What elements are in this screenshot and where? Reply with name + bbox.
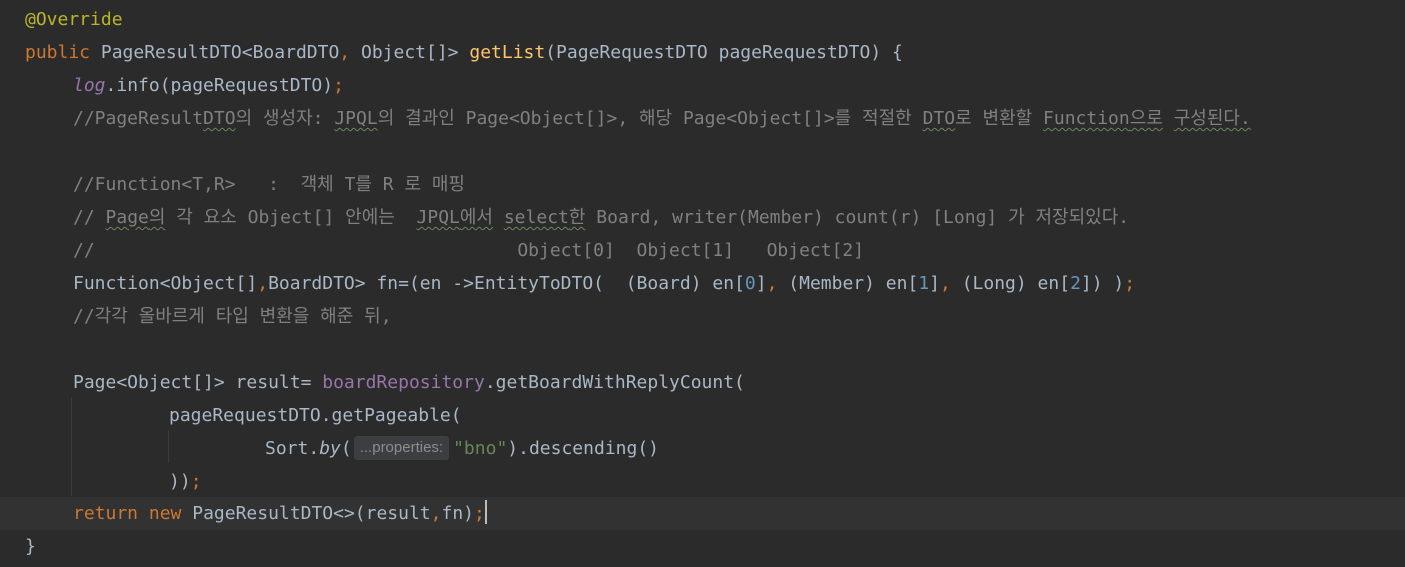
comment-text: 각 요소 Object[] 안에는: [165, 207, 417, 228]
code-line-method-signature[interactable]: public PageResultDTO<BoardDTO, Object[]>…: [0, 36, 1405, 69]
code-editor[interactable]: @Override public PageResultDTO<BoardDTO,…: [0, 0, 1405, 567]
number-literal: 2: [1070, 273, 1081, 294]
comment-text: 로 변환할: [955, 108, 1044, 129]
typo-word: Function: [1043, 108, 1130, 129]
repository-field: boardRepository: [322, 372, 485, 393]
code-text: (: [340, 438, 352, 459]
return-type-rest: Object[]>: [350, 42, 470, 63]
code-text: ]: [755, 273, 767, 294]
method-name: getList: [469, 42, 546, 63]
closing-brace: }: [25, 536, 36, 557]
typo-word: 의: [148, 207, 166, 228]
comment-text: 의 생성자:: [235, 108, 335, 129]
semicolon: ;: [333, 75, 344, 96]
comment-text: 의 결과인 Page<Object[]>, 해당 Page<Object[]>를…: [377, 108, 923, 129]
comma: ,: [430, 503, 442, 524]
comment-text: [493, 207, 504, 228]
code-line-comment-2[interactable]: //Function<T,R> : 객체 T를 R 로 매핑: [0, 168, 1405, 201]
code-text: )): [169, 471, 191, 492]
comment-text: //: [73, 207, 106, 228]
comma: ,: [339, 42, 351, 63]
typo-word: JPQL: [416, 207, 460, 228]
code-line-sort[interactable]: Sort.by(...properties: "bno").descending(…: [0, 432, 1405, 465]
semicolon: ;: [190, 471, 202, 492]
code-text: (Member) en[: [777, 273, 919, 294]
code-line-comment-3[interactable]: // Page의 각 요소 Object[] 안에는 JPQL에서 select…: [0, 201, 1405, 234]
code-text: ).descending(): [507, 438, 659, 459]
public-keyword: public: [25, 42, 91, 63]
comment-text: //PageResult: [73, 108, 204, 129]
code-text: Function<Object[]: [73, 273, 258, 294]
method-params: (PageRequestDTO pageRequestDTO) {: [545, 42, 903, 63]
comment-text: // Object[0] Object[1] Object[2]: [73, 240, 865, 261]
typo-word: 에서: [459, 207, 493, 228]
code-line-log[interactable]: log.info(pageRequestDTO);: [0, 69, 1405, 102]
override-annotation: @Override: [25, 9, 123, 30]
comma: ,: [257, 273, 269, 294]
typo-word: 으로: [1129, 108, 1163, 129]
typo-word: DTO: [203, 108, 236, 129]
return-keyword: return: [73, 503, 139, 524]
code-line-page-result[interactable]: Page<Object[]> result= boardRepository.g…: [0, 366, 1405, 399]
code-line-close-parens[interactable]: ));: [0, 465, 1405, 498]
code-text: BoardDTO> fn=(en ->EntityToDTO( (Board) …: [268, 273, 745, 294]
code-text: ]: [929, 273, 941, 294]
comment-text: //각각 올바르게 타입 변환을 해준 뒤,: [73, 306, 392, 327]
semicolon: ;: [1124, 273, 1136, 294]
return-type: PageResultDTO<BoardDTO: [100, 42, 340, 63]
code-line-comment-5[interactable]: //각각 올바르게 타입 변환을 해준 뒤,: [0, 300, 1405, 333]
code-line-comment-4[interactable]: // Object[0] Object[1] Object[2]: [0, 234, 1405, 267]
typo-word: 구성된다.: [1173, 108, 1251, 129]
code-text: pageRequestDTO.getPageable(: [169, 405, 462, 426]
comment-text: Board, writer(Member) count(r) [Long] 가 …: [585, 207, 1130, 228]
parameter-hint: ...properties:: [353, 436, 450, 460]
typo-word: 한: [568, 207, 586, 228]
code-text: fn): [441, 503, 475, 524]
code-text: .getBoardWithReplyCount(: [484, 372, 745, 393]
typo-word: Page: [105, 207, 149, 228]
code-line-function[interactable]: Function<Object[],BoardDTO> fn=(en ->Ent…: [0, 267, 1405, 300]
code-text: ]) ): [1080, 273, 1125, 294]
comma: ,: [940, 273, 951, 294]
code-text: Page<Object[]> result=: [73, 372, 323, 393]
log-field: log: [73, 75, 106, 96]
number-literal: 1: [918, 273, 930, 294]
code-line-closing-brace[interactable]: }: [0, 530, 1405, 563]
typo-word: JPQL: [334, 108, 378, 129]
code-text: (Long) en[: [950, 273, 1071, 294]
text-caret: [484, 500, 487, 524]
code-line-annotation[interactable]: @Override: [0, 3, 1405, 36]
code-text: PageResultDTO<>(result: [192, 503, 431, 524]
comment-text: [1163, 108, 1174, 129]
code-text: Sort.: [265, 438, 320, 459]
comma: ,: [766, 273, 778, 294]
code-line-return[interactable]: return new PageResultDTO<>(result,fn);: [0, 497, 1405, 530]
typo-word: select: [503, 207, 569, 228]
new-keyword: new: [148, 503, 182, 524]
semicolon: ;: [474, 503, 485, 524]
number-literal: 0: [744, 273, 756, 294]
comment-text: //Function<T,R> : 객체 T를 R 로 매핑: [73, 174, 465, 195]
code-line-pageable[interactable]: pageRequestDTO.getPageable(: [0, 399, 1405, 432]
log-call: .info(pageRequestDTO): [105, 75, 334, 96]
string-literal: "bno": [453, 438, 508, 459]
code-line-comment-1[interactable]: //PageResultDTO의 생성자: JPQL의 결과인 Page<Obj…: [0, 102, 1405, 135]
static-method: by: [319, 438, 341, 459]
typo-word: DTO: [922, 108, 956, 129]
